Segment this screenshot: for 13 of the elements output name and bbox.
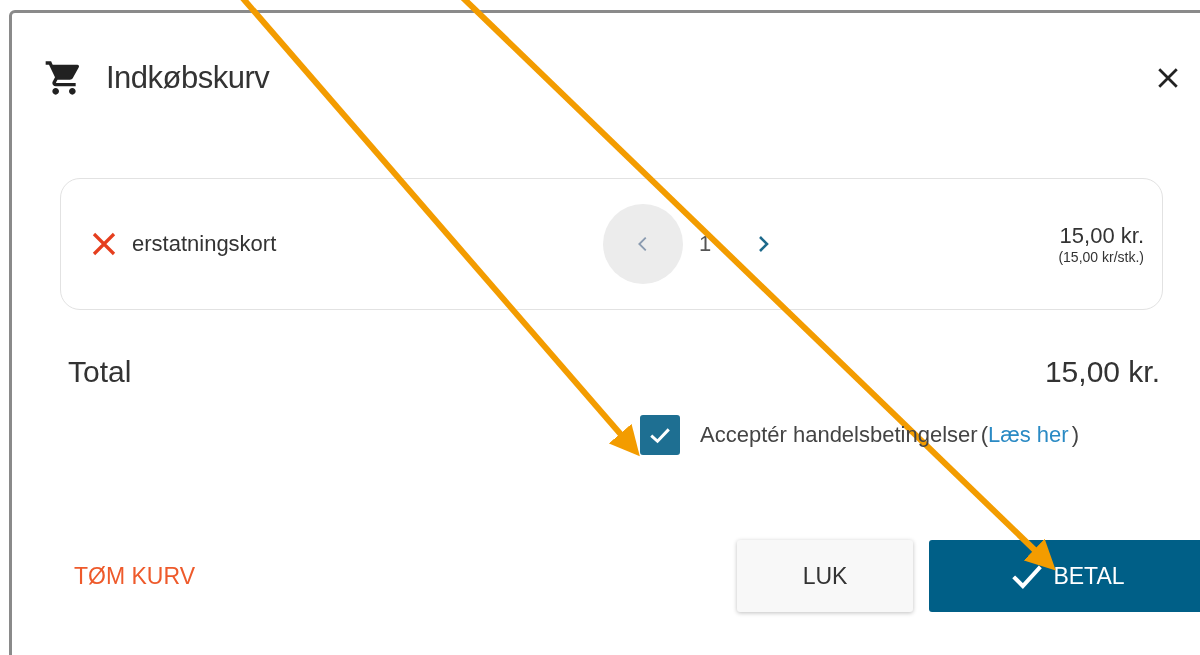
terms-link[interactable]: Læs her <box>987 422 1069 448</box>
pay-button[interactable]: BETAL <box>929 540 1200 612</box>
unit-price: (15,00 kr/stk.) <box>1058 249 1144 265</box>
item-name: erstatningskort <box>132 231 278 257</box>
paren-text: ( <box>980 422 988 448</box>
total-amount: 15,00 kr. <box>1044 355 1160 389</box>
total-label: Total <box>68 355 132 389</box>
terms-checkbox[interactable] <box>640 415 680 455</box>
item-price: 15,00 kr. <box>1059 223 1144 249</box>
dialog-title: Indkøbskurv <box>106 60 270 96</box>
quantity-value: 1 <box>699 231 712 257</box>
paren-text: ) <box>1071 422 1079 448</box>
close-dialog-button[interactable]: LUK <box>737 540 913 612</box>
